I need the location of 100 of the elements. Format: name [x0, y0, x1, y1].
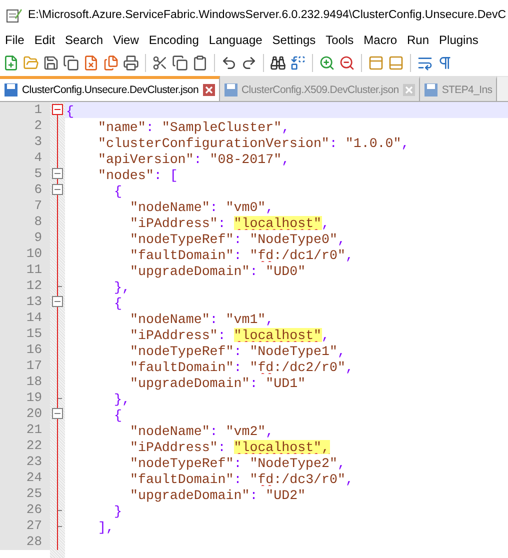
copy-icon[interactable]	[172, 55, 188, 71]
zoom-in-icon[interactable]	[319, 55, 335, 71]
code-line: "upgradeDomain": "UD0"	[130, 264, 306, 278]
line-number: 12	[0, 278, 50, 294]
redo-icon[interactable]	[241, 55, 257, 71]
code-line: },	[114, 392, 130, 406]
file-tab[interactable]: ClusterConfig.Unsecure.DevCluster.json	[0, 76, 220, 101]
code-line: "nodeTypeRef": "NodeType1",	[130, 344, 346, 358]
line-number: 19	[0, 390, 50, 406]
menu-item[interactable]: Macro	[358, 33, 402, 47]
line-number: 17	[0, 358, 50, 374]
code-line: }	[114, 504, 122, 518]
line-number: 4	[0, 150, 50, 166]
code-line: "nodes": [	[98, 168, 178, 182]
save-icon[interactable]	[43, 55, 59, 71]
floppy-icon	[4, 83, 18, 97]
line-number: 16	[0, 342, 50, 358]
line-number: 14	[0, 310, 50, 326]
line-number: 11	[0, 262, 50, 278]
line-number: 6	[0, 182, 50, 198]
menu-item[interactable]: Search	[60, 33, 108, 47]
floppy-icon	[424, 83, 438, 97]
undo-icon[interactable]	[221, 55, 237, 71]
binoculars-icon[interactable]	[270, 55, 286, 71]
pilcrow-icon[interactable]	[437, 55, 453, 71]
code-line: "nodeTypeRef": "NodeType2",	[130, 456, 346, 470]
collapse-icon[interactable]	[52, 406, 63, 422]
wrap-text-icon[interactable]	[417, 55, 433, 71]
line-number: 28	[0, 534, 50, 550]
line-number: 24	[0, 470, 50, 486]
menu-item[interactable]: Edit	[29, 33, 60, 47]
code-line: "upgradeDomain": "UD2"	[130, 488, 306, 502]
code-line: "nodeName": "vm0",	[130, 200, 274, 214]
code-line: ],	[98, 520, 114, 534]
close-icon[interactable]	[202, 84, 215, 96]
code-line: "iPAddress": "localhost",	[130, 216, 330, 230]
line-number: 10	[0, 246, 50, 262]
menu-item[interactable]: Settings	[267, 33, 321, 47]
close-file-icon[interactable]	[83, 55, 99, 71]
close-all-icon[interactable]	[103, 55, 119, 71]
floppy-icon	[224, 83, 238, 97]
collapse-icon[interactable]	[52, 166, 63, 182]
line-number: 18	[0, 374, 50, 390]
line-number: 21	[0, 422, 50, 438]
new-file-icon[interactable]	[3, 55, 19, 71]
line-number: 15	[0, 326, 50, 342]
collapse-icon[interactable]	[52, 102, 63, 118]
cut-icon[interactable]	[152, 55, 168, 71]
menu-item[interactable]: Language	[204, 33, 268, 47]
line-number: 20	[0, 406, 50, 422]
line-number: 27	[0, 518, 50, 534]
save-all-icon[interactable]	[63, 55, 79, 71]
line-number: 25	[0, 486, 50, 502]
notepad-icon	[6, 7, 22, 23]
fold-line	[57, 534, 58, 550]
tab-label: ClusterConfig.X509.DevCluster.json	[242, 84, 399, 96]
code-line: {	[114, 296, 122, 310]
menu-item[interactable]: View	[108, 33, 144, 47]
code-line: "name": "SampleCluster",	[98, 120, 290, 134]
window-icon[interactable]	[368, 55, 384, 71]
code-line: },	[114, 280, 130, 294]
line-number: 8	[0, 214, 50, 230]
menu-item[interactable]: Run	[402, 33, 434, 47]
code-line: {	[114, 408, 122, 422]
code-line: "nodeName": "vm1",	[130, 312, 274, 326]
code-line: "faultDomain": "fd:/dc2/r0",	[130, 360, 354, 374]
code-line: {	[114, 184, 122, 198]
line-number: 23	[0, 454, 50, 470]
code-line: {	[66, 104, 74, 118]
zoom-out-icon[interactable]	[339, 55, 355, 71]
menu-item[interactable]: File	[0, 33, 30, 47]
code-line: "faultDomain": "fd:/dc1/r0",	[130, 248, 354, 262]
print-icon[interactable]	[123, 55, 139, 71]
tab-label: ClusterConfig.Unsecure.DevCluster.json	[22, 84, 199, 96]
line-number: 1	[0, 102, 50, 118]
collapse-icon[interactable]	[52, 182, 63, 198]
collapse-icon[interactable]	[52, 294, 63, 310]
paste-icon[interactable]	[192, 55, 208, 71]
code-line: "apiVersion": "08-2017",	[98, 152, 290, 166]
line-number: 22	[0, 438, 50, 454]
code-line: "faultDomain": "fd:/dc3/r0",	[130, 472, 354, 486]
line-number: 9	[0, 230, 50, 246]
code-line: "iPAddress": "localhost",	[130, 328, 330, 342]
tab-label: STEP4_Ins	[442, 84, 492, 96]
menu-item[interactable]: Plugins	[434, 33, 484, 47]
line-number: 3	[0, 134, 50, 150]
replace-icon[interactable]	[290, 55, 306, 71]
line-number: 13	[0, 294, 50, 310]
line-number: 5	[0, 166, 50, 182]
code-line: "nodeTypeRef": "NodeType0",	[130, 232, 346, 246]
line-number: 26	[0, 502, 50, 518]
code-line: "nodeName": "vm2",	[130, 424, 274, 438]
code-line: "upgradeDomain": "UD1"	[130, 376, 306, 390]
line-number: 2	[0, 118, 50, 134]
window-icon[interactable]	[388, 55, 404, 71]
window-title: E:\Microsoft.Azure.ServiceFabric.WindowsServer.6.0.232.9494\ClusterConfig.Unsecure.DevC	[28, 9, 506, 21]
line-number: 7	[0, 198, 50, 214]
code-line: "iPAddress": "localhost",	[130, 440, 330, 454]
menu-item[interactable]: Tools	[320, 33, 359, 47]
menu-item[interactable]: Encoding	[144, 33, 204, 47]
